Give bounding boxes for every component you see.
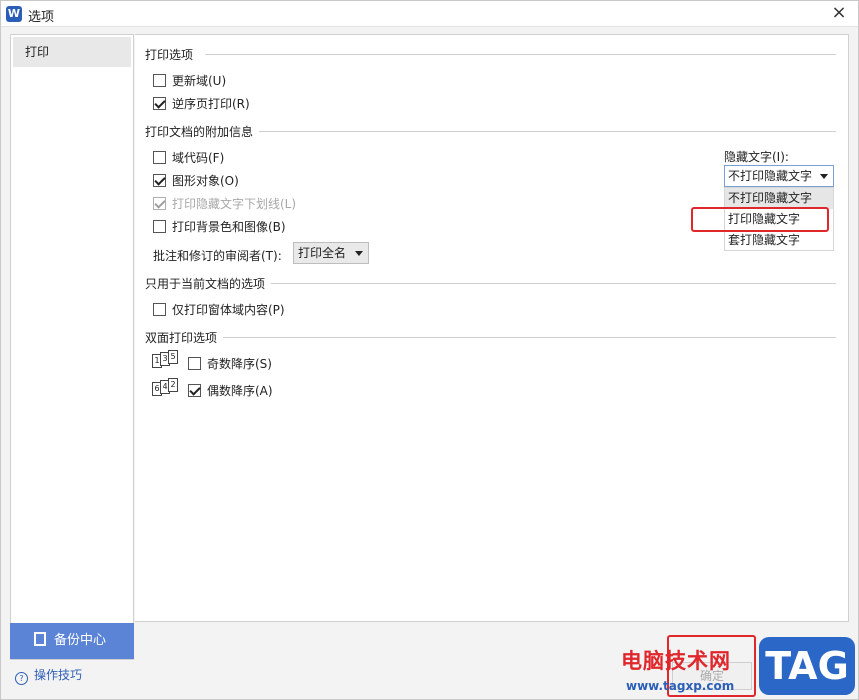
- section-title-print-options: 打印选项: [145, 46, 200, 63]
- backup-icon: [34, 632, 46, 646]
- section-divider: [205, 54, 836, 55]
- background-label: 打印背景色和图像(B): [172, 220, 286, 234]
- odd-descending-checkbox[interactable]: [188, 357, 201, 370]
- wps-writer-icon: W: [6, 6, 22, 22]
- help-icon: ?: [15, 672, 28, 685]
- reviewer-label: 批注和修订的审阅者(T):: [153, 249, 282, 263]
- print-settings-panel: 打印选项 更新域(U) 逆序页打印(R) 打印文档的附加信息 域代码(F) 图形…: [135, 34, 849, 622]
- page-digit: 2: [168, 378, 178, 392]
- option-odd-descending[interactable]: 奇数降序(S): [188, 355, 272, 372]
- odd-descending-icon: 1 3 5: [152, 350, 182, 369]
- tips-label: 操作技巧: [34, 668, 83, 682]
- section-title-duplex: 双面打印选项: [145, 329, 224, 346]
- drawing-objects-checkbox[interactable]: [153, 174, 166, 187]
- section-divider: [271, 283, 836, 284]
- drawing-objects-label: 图形对象(O): [172, 174, 239, 188]
- sidebar: 打印: [10, 34, 134, 660]
- reverse-order-label: 逆序页打印(R): [172, 97, 250, 111]
- field-codes-label: 域代码(F): [172, 151, 225, 165]
- section-divider: [223, 337, 836, 338]
- backup-center-button[interactable]: 备份中心: [10, 623, 134, 659]
- chevron-down-icon: [355, 251, 363, 256]
- title-bar: W 选项 ×: [1, 1, 858, 27]
- option-drawing-objects[interactable]: 图形对象(O): [153, 172, 239, 189]
- section-divider: [259, 131, 836, 132]
- option-form-fields-only[interactable]: 仅打印窗体域内容(P): [153, 301, 285, 318]
- form-fields-only-checkbox[interactable]: [153, 303, 166, 316]
- update-fields-checkbox[interactable]: [153, 74, 166, 87]
- tag-logo: TAG: [759, 637, 855, 695]
- page-digit: 5: [168, 350, 178, 364]
- options-dialog: W 选项 × 打印 备份中心 ? 操作技巧 打印选项 更新域(U) 逆序页打印(R…: [0, 0, 859, 700]
- option-even-descending[interactable]: 偶数降序(A): [188, 382, 273, 399]
- hidden-text-underline-checkbox: [153, 197, 166, 210]
- option-field-codes[interactable]: 域代码(F): [153, 149, 224, 166]
- even-descending-checkbox[interactable]: [188, 384, 201, 397]
- backup-center-label: 备份中心: [54, 633, 107, 648]
- reviewer-select[interactable]: 打印全名: [293, 242, 369, 264]
- option-update-fields[interactable]: 更新域(U): [153, 72, 226, 89]
- watermark-text: 电脑技术网: [621, 649, 731, 673]
- option-background[interactable]: 打印背景色和图像(B): [153, 218, 286, 235]
- watermark-url: www.tagxp.com: [626, 679, 735, 693]
- even-descending-icon: 6 4 2: [152, 378, 182, 397]
- option-reverse-order[interactable]: 逆序页打印(R): [153, 95, 250, 112]
- highlight-box: [691, 207, 829, 232]
- hidden-text-select[interactable]: 不打印隐藏文字: [724, 165, 834, 187]
- even-descending-label: 偶数降序(A): [207, 384, 273, 398]
- reverse-order-checkbox[interactable]: [153, 97, 166, 110]
- section-title-current-doc: 只用于当前文档的选项: [145, 275, 272, 292]
- hidden-text-value: 不打印隐藏文字: [728, 169, 813, 183]
- dropdown-option-no-print[interactable]: 不打印隐藏文字: [725, 188, 833, 209]
- reviewer-value: 打印全名: [298, 246, 347, 260]
- form-fields-only-label: 仅打印窗体域内容(P): [172, 303, 285, 317]
- field-codes-checkbox[interactable]: [153, 151, 166, 164]
- hidden-text-underline-label: 打印隐藏文字下划线(L): [172, 197, 297, 211]
- tips-link[interactable]: ? 操作技巧: [15, 666, 82, 685]
- close-icon[interactable]: ×: [830, 4, 848, 22]
- background-checkbox[interactable]: [153, 220, 166, 233]
- hidden-text-label: 隐藏文字(I):: [724, 150, 789, 164]
- odd-descending-label: 奇数降序(S): [207, 357, 272, 371]
- chevron-down-icon: [820, 174, 828, 179]
- option-hidden-text-underline: 打印隐藏文字下划线(L): [153, 195, 296, 212]
- update-fields-label: 更新域(U): [172, 74, 227, 88]
- dialog-title: 选项: [28, 10, 55, 25]
- section-title-extra-info: 打印文档的附加信息: [145, 123, 260, 140]
- dropdown-option-overprint-hidden[interactable]: 套打隐藏文字: [725, 230, 833, 251]
- sidebar-item-print[interactable]: 打印: [13, 37, 131, 67]
